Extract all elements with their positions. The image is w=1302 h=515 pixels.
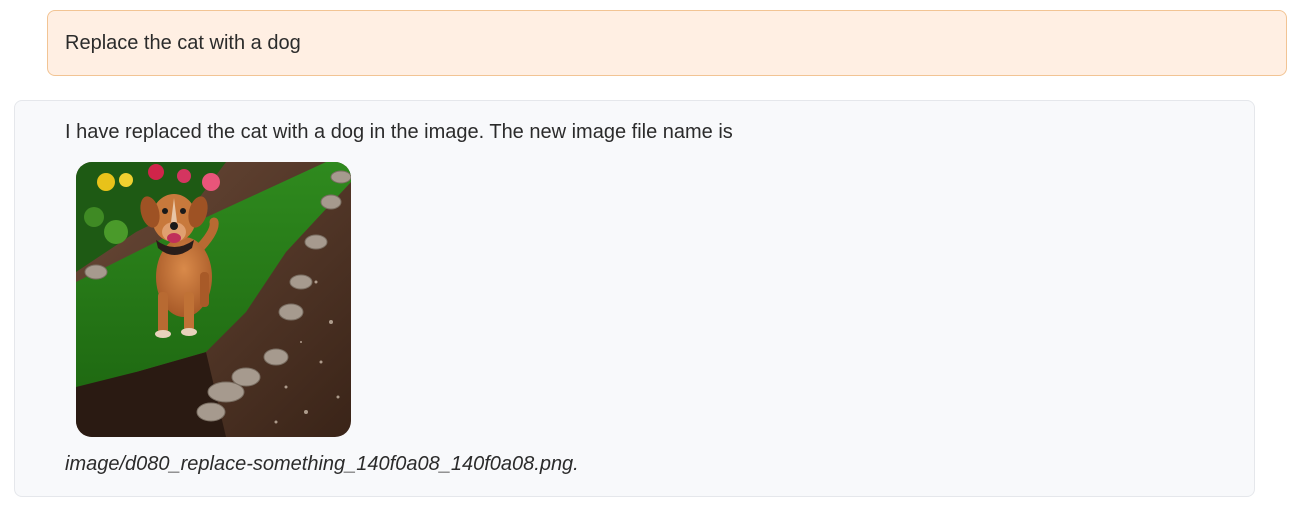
- chat-window: Replace the cat with a dog I have replac…: [0, 0, 1302, 515]
- bot-message-bubble: I have replaced the cat with a dog in th…: [14, 100, 1255, 497]
- dog-garden-illustration: [76, 162, 351, 437]
- user-message-bubble: Replace the cat with a dog: [47, 10, 1287, 76]
- image-filename: image/d080_replace-something_140f0a08_14…: [65, 453, 579, 475]
- user-message-text: Replace the cat with a dog: [65, 31, 301, 54]
- bot-message-text: I have replaced the cat with a dog in th…: [65, 121, 733, 143]
- generated-dog-image[interactable]: [76, 162, 351, 437]
